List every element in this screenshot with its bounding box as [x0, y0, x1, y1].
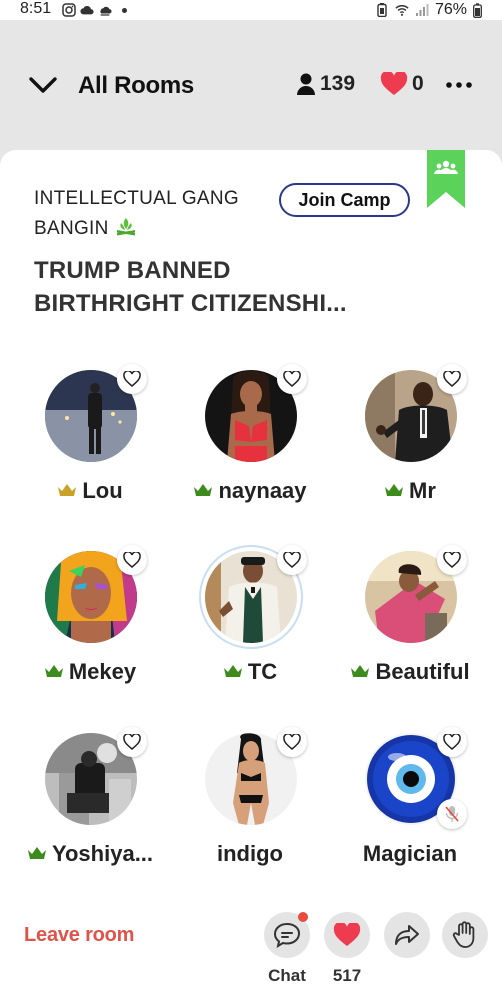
crown-icon — [44, 665, 63, 677]
speaker-name-text: Beautiful — [375, 659, 470, 684]
raise-hand-icon — [452, 921, 475, 948]
signal-icon — [415, 4, 429, 16]
chat-label: Chat — [268, 966, 306, 985]
status-bar: 8:51 76% — [0, 0, 502, 20]
listener-count[interactable]: 139 — [296, 72, 355, 96]
battery-icon — [473, 2, 482, 18]
weather-icon — [100, 6, 112, 16]
follow-heart-button[interactable] — [437, 727, 467, 757]
speaker-name: Beautiful — [320, 659, 500, 685]
room-card: INTELLECTUAL GANG BANGIN Join Camp TRUMP… — [0, 150, 502, 870]
heart-outline-icon — [283, 371, 301, 387]
speaker-name: naynaay — [160, 478, 340, 504]
status-right-icons: 76% — [375, 0, 482, 20]
cloud-icon — [80, 5, 94, 15]
speaker-name-text: naynaay — [218, 478, 307, 503]
follow-heart-button[interactable] — [277, 727, 307, 757]
person-icon — [297, 73, 315, 95]
speaker-name-text: Magician — [362, 841, 458, 866]
crown-icon — [58, 484, 77, 496]
speaker-name: Lou — [0, 478, 180, 504]
speaker-tile[interactable]: Mekey — [20, 545, 160, 691]
unread-chat-dot — [298, 912, 308, 922]
speaker-name-text: indigo — [217, 841, 283, 866]
crown-icon — [194, 484, 213, 496]
chevron-down-icon[interactable] — [28, 72, 58, 98]
listener-count-value: 139 — [320, 72, 356, 95]
speaker-tile[interactable]: Beautiful — [340, 545, 480, 691]
status-left-icons — [62, 0, 127, 20]
status-time: 8:51 — [20, 0, 52, 17]
crown-icon — [27, 847, 46, 859]
speaker-name: Magician — [320, 841, 500, 867]
follow-heart-button[interactable] — [117, 364, 147, 394]
speaker-tile[interactable]: Magician — [340, 727, 480, 873]
camp-bookmark-icon — [427, 150, 465, 208]
join-camp-button[interactable]: Join Camp — [279, 183, 410, 217]
speaker-name: Mekey — [0, 659, 180, 685]
heart-outline-icon — [123, 371, 141, 387]
page-title: All Rooms — [78, 72, 194, 99]
room-topic-line1: TRUMP BANNED — [34, 257, 231, 284]
crown-icon — [385, 484, 404, 496]
club-name[interactable]: INTELLECTUAL GANG BANGIN — [34, 184, 274, 244]
crown-icon — [223, 665, 242, 677]
share-arrow-icon — [395, 925, 419, 945]
speaker-tile[interactable]: TC — [180, 545, 320, 691]
speaker-name-text: Mr — [409, 478, 436, 503]
speaker-name-text: Yoshiya... — [51, 841, 154, 866]
heart-outline-icon — [443, 371, 461, 387]
wifi-icon — [395, 5, 409, 16]
speaker-tile[interactable]: Lou — [20, 364, 160, 510]
heart-outline-icon — [443, 734, 461, 750]
instagram-icon — [62, 3, 76, 17]
heart-outline-icon — [283, 734, 301, 750]
room-topic: TRUMP BANNED BIRTHRIGHT CITIZENSHI... — [34, 254, 454, 320]
follow-heart-button[interactable] — [437, 364, 467, 394]
follow-heart-button[interactable] — [277, 545, 307, 575]
follow-heart-button[interactable] — [437, 545, 467, 575]
room-header: All Rooms 139 0 — [0, 20, 502, 150]
like-room-button[interactable] — [324, 912, 370, 958]
room-like-count-value: 0 — [412, 72, 424, 95]
more-options-icon[interactable] — [445, 75, 473, 95]
heart-outline-icon — [123, 552, 141, 568]
follow-heart-button[interactable] — [117, 727, 147, 757]
speaker-name: Yoshiya... — [0, 841, 180, 867]
follow-heart-button[interactable] — [117, 545, 147, 575]
like-total-label: 517 — [332, 966, 362, 985]
speaker-name-text: Lou — [82, 478, 123, 503]
raise-hand-button[interactable] — [442, 912, 488, 958]
speaker-tile[interactable]: indigo — [180, 727, 320, 873]
campfire-icon — [116, 218, 135, 236]
heart-icon — [380, 72, 408, 95]
heart-icon — [333, 923, 361, 946]
room-topic-line2: BIRTHRIGHT CITIZENSHI... — [34, 290, 347, 317]
mic-muted-badge — [437, 799, 467, 829]
notification-dot — [122, 7, 127, 13]
speaker-tile[interactable]: naynaay — [180, 364, 320, 510]
room-like-count[interactable]: 0 — [380, 72, 424, 96]
battery-percent: 76% — [434, 1, 467, 18]
speaker-name: Mr — [320, 478, 500, 504]
heart-outline-icon — [283, 552, 301, 568]
speaker-tile[interactable]: Yoshiya... — [20, 727, 160, 873]
crown-icon — [351, 665, 370, 677]
leave-room-button[interactable]: Leave room — [24, 924, 134, 947]
share-button[interactable] — [384, 912, 430, 958]
speaker-name: TC — [160, 659, 340, 685]
bottom-action-bar: Leave room Chat 517 — [0, 870, 502, 1000]
speaker-name: indigo — [160, 841, 340, 867]
battery-saver-icon — [377, 3, 387, 17]
heart-outline-icon — [443, 552, 461, 568]
mic-off-icon — [445, 806, 459, 822]
follow-heart-button[interactable] — [277, 364, 307, 394]
speaker-tile[interactable]: Mr — [340, 364, 480, 510]
chat-bubble-icon — [273, 922, 301, 948]
speaker-name-text: Mekey — [68, 659, 137, 684]
speaker-name-text: TC — [247, 659, 278, 684]
heart-outline-icon — [123, 734, 141, 750]
